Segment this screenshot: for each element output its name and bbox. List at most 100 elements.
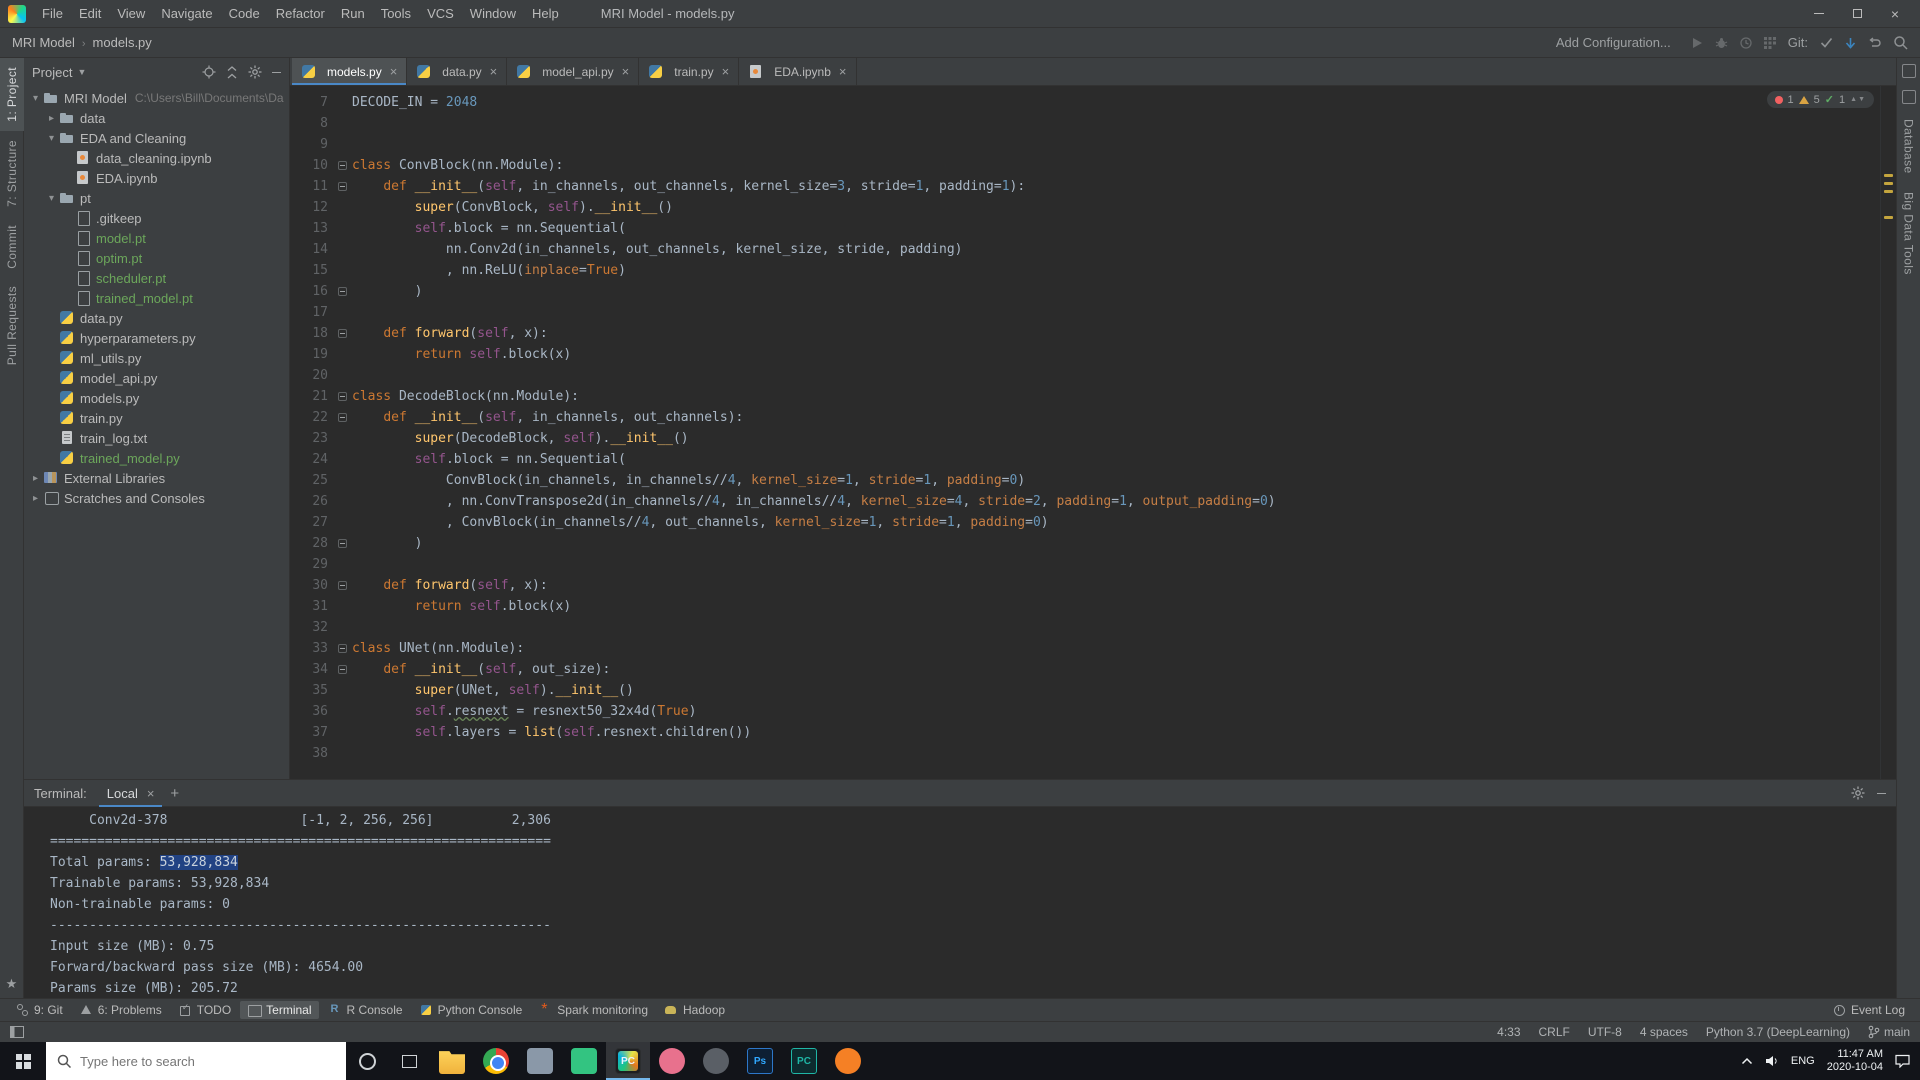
taskbar-search[interactable] bbox=[46, 1042, 346, 1080]
code-line[interactable]: 9 bbox=[290, 134, 1880, 155]
tree-item-eda-ipynb[interactable]: EDA.ipynb bbox=[24, 168, 289, 188]
chevron-right-icon[interactable]: ▸ bbox=[44, 113, 59, 124]
tool-button-python-console[interactable]: Python Console bbox=[412, 1001, 530, 1019]
project-panel-title[interactable]: Project bbox=[32, 65, 72, 80]
tree-item-scratches-and-consoles[interactable]: ▸Scratches and Consoles bbox=[24, 488, 289, 508]
close-tab-icon[interactable]: × bbox=[722, 64, 730, 79]
tool-window-toggle-icon[interactable] bbox=[10, 1026, 24, 1038]
editor-tab-models-py[interactable]: models.py× bbox=[292, 58, 407, 85]
code-line[interactable]: 17 bbox=[290, 302, 1880, 323]
tree-item-models-py[interactable]: models.py bbox=[24, 388, 289, 408]
warning-mark-icon[interactable] bbox=[1884, 182, 1893, 185]
taskbar-app-app-dark[interactable] bbox=[694, 1042, 738, 1080]
code-line[interactable]: 25 ConvBlock(in_channels, in_channels//4… bbox=[290, 470, 1880, 491]
menu-code[interactable]: Code bbox=[221, 2, 268, 25]
tree-item-data-py[interactable]: data.py bbox=[24, 308, 289, 328]
menu-view[interactable]: View bbox=[109, 2, 153, 25]
fold-icon[interactable] bbox=[338, 182, 347, 191]
tree-item-hyperparameters-py[interactable]: hyperparameters.py bbox=[24, 328, 289, 348]
close-tab-icon[interactable]: × bbox=[622, 64, 630, 79]
terminal-line[interactable]: Forward/backward pass size (MB): 4654.00 bbox=[50, 957, 1896, 978]
tree-item-ml-utils-py[interactable]: ml_utils.py bbox=[24, 348, 289, 368]
tree-item-scheduler-pt[interactable]: scheduler.pt bbox=[24, 268, 289, 288]
line-ending[interactable]: CRLF bbox=[1539, 1025, 1570, 1039]
tree-item-data-cleaning-ipynb[interactable]: data_cleaning.ipynb bbox=[24, 148, 289, 168]
code-line[interactable]: 37 self.layers = list(self.resnext.child… bbox=[290, 722, 1880, 743]
cortana-button[interactable] bbox=[346, 1042, 388, 1080]
code-line[interactable]: 22 def __init__(self, in_channels, out_c… bbox=[290, 407, 1880, 428]
start-button[interactable] bbox=[0, 1042, 46, 1080]
chevron-down-icon[interactable]: ▾ bbox=[44, 193, 59, 204]
close-tab-icon[interactable]: × bbox=[839, 64, 847, 79]
notifications-icon[interactable] bbox=[1902, 64, 1916, 78]
taskbar-app-app-teal[interactable]: PC bbox=[782, 1042, 826, 1080]
chevron-down-icon[interactable]: ▾ bbox=[28, 93, 43, 104]
tree-item-optim-pt[interactable]: optim.pt bbox=[24, 248, 289, 268]
editor-tab-model-api-py[interactable]: model_api.py× bbox=[507, 58, 639, 85]
layers-icon[interactable] bbox=[1902, 90, 1916, 104]
tray-chevron-up-icon[interactable] bbox=[1741, 1057, 1753, 1065]
tree-item-model-api-py[interactable]: model_api.py bbox=[24, 368, 289, 388]
input-language[interactable]: ENG bbox=[1791, 1055, 1815, 1067]
taskbar-app-app-green[interactable] bbox=[562, 1042, 606, 1080]
code-editor[interactable]: 7DECODE_IN = 20488910class ConvBlock(nn.… bbox=[290, 86, 1880, 779]
fold-icon[interactable] bbox=[338, 539, 347, 548]
task-view-button[interactable] bbox=[388, 1042, 430, 1080]
favorites-star-icon[interactable]: ★ bbox=[6, 970, 18, 998]
code-line[interactable]: 16 ) bbox=[290, 281, 1880, 302]
search-everywhere-icon[interactable] bbox=[1893, 35, 1908, 50]
code-line[interactable]: 14 nn.Conv2d(in_channels, out_channels, … bbox=[290, 239, 1880, 260]
terminal-line[interactable]: ========================================… bbox=[50, 831, 1896, 852]
menu-window[interactable]: Window bbox=[462, 2, 524, 25]
fold-icon[interactable] bbox=[338, 665, 347, 674]
breadcrumb-item-models-py[interactable]: models.py bbox=[93, 35, 152, 50]
code-line[interactable]: 30 def forward(self, x): bbox=[290, 575, 1880, 596]
inspections-widget[interactable]: 1 5 ✓ 1 ▲▼ bbox=[1767, 91, 1874, 108]
fold-icon[interactable] bbox=[338, 329, 347, 338]
menu-tools[interactable]: Tools bbox=[373, 2, 419, 25]
git-commit-check-icon[interactable] bbox=[1820, 37, 1833, 48]
fold-icon[interactable] bbox=[338, 161, 347, 170]
tool-button-7-structure[interactable]: 7: Structure bbox=[0, 131, 24, 216]
breadcrumb-item-mri-model[interactable]: MRI Model bbox=[12, 35, 75, 50]
code-line[interactable]: 12 super(ConvBlock, self).__init__() bbox=[290, 197, 1880, 218]
code-line[interactable]: 31 return self.block(x) bbox=[290, 596, 1880, 617]
close-tab-icon[interactable]: × bbox=[390, 64, 398, 79]
menu-navigate[interactable]: Navigate bbox=[153, 2, 220, 25]
tool-button-todo[interactable]: TODO bbox=[171, 1001, 238, 1019]
git-update-icon[interactable] bbox=[1845, 37, 1856, 49]
tree-item-train-log-txt[interactable]: train_log.txt bbox=[24, 428, 289, 448]
new-terminal-icon[interactable]: + bbox=[170, 785, 179, 802]
tool-button-database[interactable]: Database bbox=[1897, 110, 1920, 183]
taskbar-app-app-orange[interactable] bbox=[826, 1042, 870, 1080]
code-line[interactable]: 33class UNet(nn.Module): bbox=[290, 638, 1880, 659]
fold-icon[interactable] bbox=[338, 287, 347, 296]
debug-icon[interactable] bbox=[1715, 37, 1728, 49]
editor-tab-train-py[interactable]: train.py× bbox=[639, 58, 739, 85]
volume-icon[interactable] bbox=[1765, 1055, 1779, 1067]
tree-item-pt[interactable]: ▾pt bbox=[24, 188, 289, 208]
editor-tab-data-py[interactable]: data.py× bbox=[407, 58, 507, 85]
caret-position[interactable]: 4:33 bbox=[1497, 1025, 1520, 1039]
tree-item-gitkeep[interactable]: .gitkeep bbox=[24, 208, 289, 228]
code-line[interactable]: 20 bbox=[290, 365, 1880, 386]
profiler-icon[interactable] bbox=[1740, 37, 1752, 49]
tree-item-external-libraries[interactable]: ▸External Libraries bbox=[24, 468, 289, 488]
hide-panel-icon[interactable] bbox=[272, 72, 281, 73]
tree-item-trained-model-pt[interactable]: trained_model.pt bbox=[24, 288, 289, 308]
action-center-icon[interactable] bbox=[1895, 1054, 1910, 1068]
terminal-line[interactable]: Input size (MB): 0.75 bbox=[50, 936, 1896, 957]
close-button[interactable]: × bbox=[1876, 0, 1914, 28]
fold-icon[interactable] bbox=[338, 644, 347, 653]
terminal-line[interactable]: Params size (MB): 205.72 bbox=[50, 978, 1896, 999]
chevron-right-icon[interactable]: ▸ bbox=[28, 473, 43, 484]
code-line[interactable]: 13 self.block = nn.Sequential( bbox=[290, 218, 1880, 239]
terminal-line[interactable]: Conv2d-378 [-1, 2, 256, 256] 2,306 bbox=[50, 810, 1896, 831]
code-line[interactable]: 32 bbox=[290, 617, 1880, 638]
terminal-output[interactable]: Conv2d-378 [-1, 2, 256, 256] 2,306======… bbox=[24, 807, 1896, 999]
fold-icon[interactable] bbox=[338, 581, 347, 590]
taskbar-app-photoshop[interactable]: Ps bbox=[738, 1042, 782, 1080]
prev-next-chevrons-icon[interactable]: ▲▼ bbox=[1850, 96, 1866, 103]
tool-button-1-project[interactable]: 1: Project bbox=[0, 58, 24, 131]
menu-vcs[interactable]: VCS bbox=[419, 2, 462, 25]
